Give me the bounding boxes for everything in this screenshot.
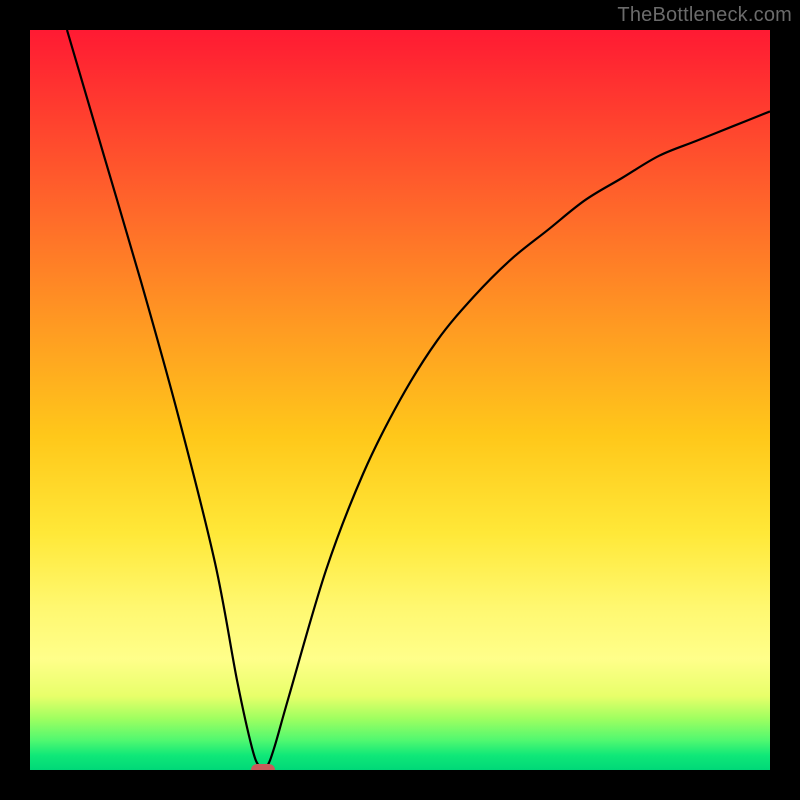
- plot-area: [30, 30, 770, 770]
- watermark-text: TheBottleneck.com: [617, 4, 792, 27]
- chart-frame: TheBottleneck.com: [0, 0, 800, 800]
- optimal-point-marker: [251, 764, 275, 770]
- bottleneck-curve: [30, 30, 770, 770]
